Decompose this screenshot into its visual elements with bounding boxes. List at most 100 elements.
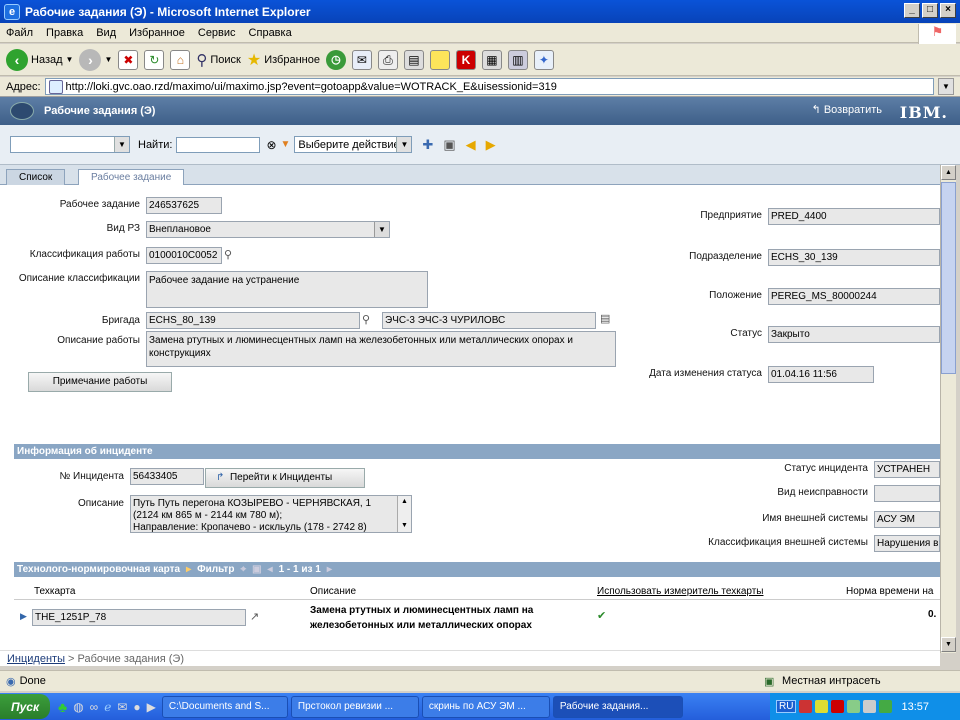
tab-list[interactable]: Список — [6, 169, 66, 185]
quicklaunch-play-icon[interactable]: ▶ — [147, 700, 156, 714]
classdesc-field[interactable]: Рабочее задание на устранение — [146, 271, 428, 308]
crew-detail-icon[interactable]: ▤ — [600, 312, 610, 325]
scroll-thumb[interactable] — [941, 182, 956, 374]
org-field[interactable]: PRED_4400 — [768, 208, 940, 225]
quicklaunch-link-icon[interactable]: ∞ — [90, 700, 99, 714]
crew-field[interactable]: ECHS_80_139 — [146, 312, 360, 329]
save-icon[interactable]: ▣ — [443, 137, 455, 153]
maximize-button[interactable]: □ — [922, 3, 938, 18]
kaspersky-icon[interactable]: K — [455, 49, 476, 70]
messenger-icon[interactable]: ✦ — [533, 49, 554, 70]
history-icon[interactable]: ◷ — [325, 49, 346, 70]
tray-app1-icon[interactable] — [799, 700, 813, 713]
clear-filter-icon[interactable]: ⌖ — [240, 562, 246, 577]
quicklaunch-dot-icon[interactable]: ● — [133, 700, 140, 714]
menu-tools[interactable]: Сервис — [192, 27, 243, 39]
task-ie-active[interactable]: Рабочие задания... — [552, 695, 683, 718]
incident-num-label: № Инцидента — [59, 471, 124, 482]
task-screenshot[interactable]: скринь по АСУ ЭМ ... — [421, 695, 550, 718]
classdesc-label: Описание классификации — [18, 273, 140, 284]
row-card-link-icon[interactable]: ↗ — [250, 610, 259, 623]
filter-icon[interactable]: ▸ — [186, 562, 191, 577]
task-protocol[interactable]: Прстокол ревизии ... — [290, 695, 419, 718]
type-select[interactable]: Внеплановое ▼ — [146, 221, 390, 238]
menu-help[interactable]: Справка — [243, 27, 299, 39]
breadcrumb-link[interactable]: Инциденты — [7, 653, 65, 665]
task-explorer[interactable]: C:\Documents and S... — [161, 695, 288, 718]
download-icon[interactable]: ▣ — [252, 562, 261, 577]
class-lookup-icon[interactable]: ⚲ — [224, 248, 232, 261]
row-card-field[interactable]: ТНЕ_1251Р_78 — [32, 609, 246, 626]
minimize-button[interactable]: _ — [904, 3, 920, 18]
search-button[interactable]: ⚲ Поиск — [196, 51, 240, 69]
note-icon[interactable] — [429, 49, 450, 70]
class-field[interactable]: 0100010С0052 — [146, 247, 222, 264]
action-select[interactable]: Выберите действие ▼ — [294, 136, 413, 153]
tray-app5-icon[interactable] — [879, 700, 893, 713]
start-button[interactable]: Пуск — [0, 694, 50, 719]
return-link[interactable]: ↰ Возвратить — [812, 103, 882, 116]
desc-field[interactable]: Замена ртутных и люминесцентных ламп на … — [146, 331, 616, 367]
status-field[interactable]: Закрыто — [768, 326, 940, 343]
tools-icon[interactable]: ▥ — [507, 49, 528, 70]
print-icon[interactable]: ⎙ — [377, 49, 398, 70]
col-card[interactable]: Техкарта — [34, 586, 75, 597]
language-indicator[interactable]: RU — [776, 700, 797, 713]
crew-lookup-icon[interactable]: ⚲ — [362, 313, 370, 326]
quicklaunch-mail-icon[interactable]: ✉ — [117, 700, 127, 714]
refresh-icon[interactable]: ↻ — [144, 49, 165, 70]
filter-link[interactable]: Фильтр — [197, 562, 234, 577]
back-button[interactable]: ‹ Назад ▼ — [6, 48, 73, 71]
forward-button[interactable]: › ▼ — [79, 48, 112, 71]
menu-view[interactable]: Вид — [90, 27, 123, 39]
table-row[interactable]: ▶ ТНЕ_1251Р_78 ↗ Замена ртутных и люмине… — [14, 601, 940, 635]
printer-icon[interactable]: ▦ — [481, 49, 502, 70]
row-expand-icon[interactable]: ▶ — [20, 611, 27, 622]
address-input[interactable]: http://loki.gvc.oao.rzd/maximo/ui/maximo… — [44, 78, 934, 95]
incident-desc-label: Описание — [77, 498, 124, 509]
action-arrow-icon: ▼ — [280, 139, 291, 150]
scroll-up-icon[interactable]: ▲ — [941, 165, 956, 180]
next-record-icon[interactable]: ▶ — [486, 137, 496, 153]
goto-incident-button[interactable]: ↱ Перейти к Инциденты — [205, 468, 365, 488]
incident-desc-scrollbar[interactable]: ▲ ▼ — [397, 496, 411, 532]
loc-field[interactable]: PEREG_MS_80000244 — [768, 288, 940, 305]
tab-work-order[interactable]: Рабочее задание — [78, 169, 185, 186]
binoculars-icon[interactable]: ⊗ — [266, 138, 276, 152]
tray-app4-icon[interactable] — [863, 700, 877, 713]
menu-file[interactable]: Файл — [0, 27, 40, 39]
tray-app3-icon[interactable] — [847, 700, 861, 713]
scroll-down-icon[interactable]: ▼ — [941, 637, 956, 652]
stop-icon[interactable]: ✖ — [118, 49, 139, 70]
edit-icon[interactable]: ▤ — [403, 49, 424, 70]
tray-kaspersky-icon[interactable] — [831, 700, 845, 713]
quicklaunch-tree-icon[interactable]: ♣ — [58, 699, 67, 715]
tray-app2-icon[interactable] — [815, 700, 829, 713]
query-select[interactable]: ▼ — [10, 136, 130, 153]
favorites-button[interactable]: ★ Избранное — [247, 50, 320, 70]
address-dropdown-icon[interactable]: ▼ — [938, 78, 954, 95]
next-page-icon[interactable]: ▸ — [327, 562, 332, 577]
home-icon[interactable]: ⌂ — [170, 49, 191, 70]
wo-field[interactable]: 246537625 — [146, 197, 222, 214]
previous-record-icon[interactable]: ◀ — [466, 137, 476, 153]
col-desc[interactable]: Описание — [310, 586, 356, 597]
menu-favorites[interactable]: Избранное — [123, 27, 192, 39]
find-input[interactable] — [176, 136, 261, 153]
dept-field[interactable]: ECHS_30_139 — [768, 249, 940, 266]
new-record-icon[interactable]: ✚ — [422, 137, 433, 153]
mail-icon[interactable]: ✉ — [351, 49, 372, 70]
vertical-scrollbar[interactable]: ▲ ▼ — [940, 165, 956, 653]
col-use[interactable]: Использовать измеритель техкарты — [597, 586, 763, 597]
menu-edit[interactable]: Правка — [40, 27, 90, 39]
prev-page-icon[interactable]: ◂ — [268, 562, 273, 577]
extsys-label: Имя внешней системы — [762, 513, 868, 524]
status-text: Done — [19, 675, 46, 687]
col-norm[interactable]: Норма времени на — [846, 586, 933, 597]
incident-num-field[interactable]: 56433405 — [130, 468, 204, 485]
note-button[interactable]: Примечание работы — [28, 372, 172, 392]
quicklaunch-ie-icon[interactable]: ℯ — [104, 700, 111, 714]
quicklaunch-disk-icon[interactable]: ◍ — [73, 700, 83, 714]
incident-desc-field[interactable]: Путь Путь перегона КОЗЫРЕВО - ЧЕРНЯВСКАЯ… — [130, 495, 412, 533]
close-button[interactable]: × — [940, 3, 956, 18]
